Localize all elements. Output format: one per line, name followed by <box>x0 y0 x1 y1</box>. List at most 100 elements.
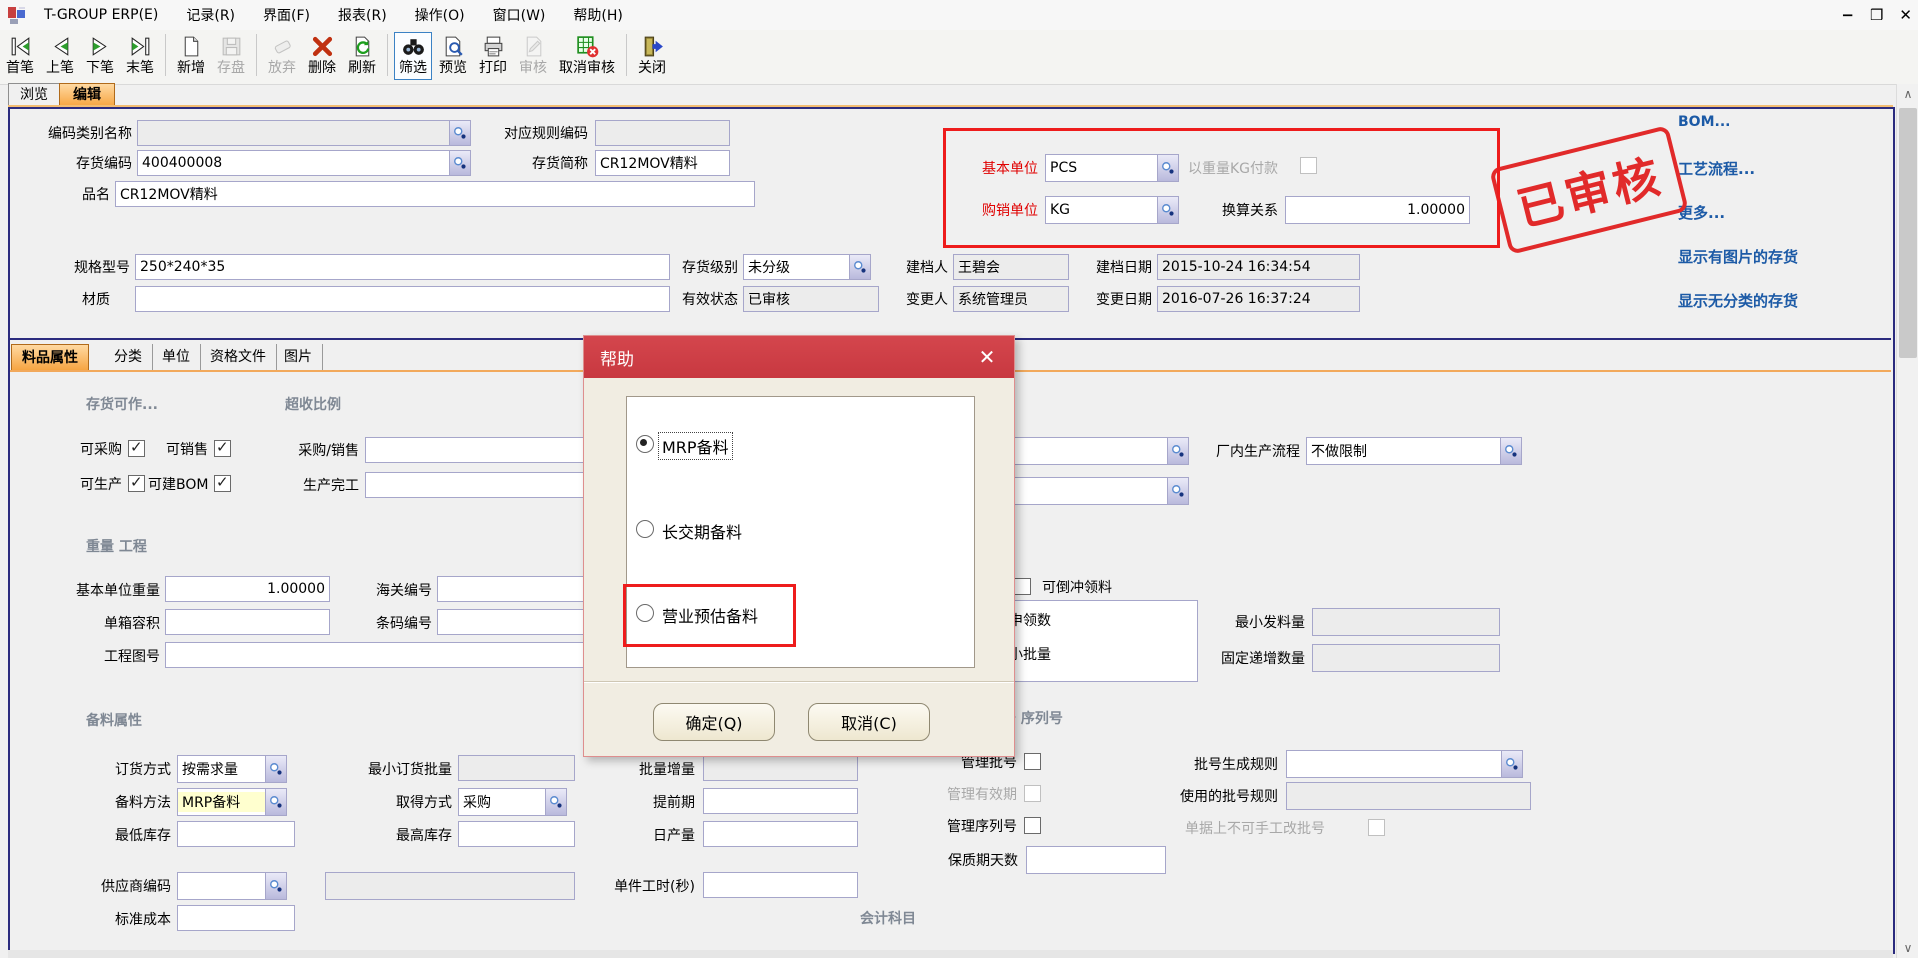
prep-method-field[interactable]: MRP备料 <box>177 788 287 816</box>
manage-batch-checkbox[interactable] <box>1024 753 1041 770</box>
menu-interface[interactable]: 界面(F) <box>249 5 324 25</box>
toolbar-label: 删除 <box>308 59 336 78</box>
subtab-category[interactable]: 分类 <box>104 344 153 370</box>
scroll-down-icon[interactable]: ∨ <box>1897 938 1918 958</box>
show-with-images-link[interactable]: 显示有图片的存货 <box>1678 246 1798 267</box>
material-field[interactable] <box>135 286 670 312</box>
horizontal-scrollbar[interactable] <box>8 950 1893 958</box>
lookup-icon[interactable] <box>545 789 566 815</box>
refresh-button[interactable]: 刷新 <box>343 32 381 80</box>
item-code-label: 存货编码 <box>57 153 132 173</box>
code-category-field[interactable] <box>137 120 471 146</box>
lookup-icon[interactable] <box>1157 197 1178 223</box>
scroll-up-icon[interactable]: ∧ <box>1897 84 1918 104</box>
daily-output-field[interactable] <box>703 821 858 847</box>
manage-serial-checkbox[interactable] <box>1024 817 1041 834</box>
new-button[interactable]: 新增 <box>172 32 210 80</box>
dialog-close-icon[interactable]: ✕ <box>974 344 1000 370</box>
mrp-prep-label[interactable]: MRP备料 <box>659 433 732 459</box>
ok-button[interactable]: 确定(Q) <box>653 703 775 741</box>
item-name-field[interactable]: CR12MOV精料 <box>115 181 755 207</box>
menu-app[interactable]: T-GROUP ERP(E) <box>30 7 172 23</box>
subtab-item-attributes[interactable]: 料品属性 <box>11 344 89 371</box>
lookup-icon[interactable] <box>1167 478 1188 504</box>
business-forecast-prep-label[interactable]: 营业预估备料 <box>662 603 758 627</box>
bom-checkbox[interactable] <box>214 475 231 492</box>
close-icon[interactable]: ✕ <box>1899 6 1912 24</box>
approve-button: 审核 <box>514 32 552 80</box>
lookup-icon[interactable] <box>265 789 286 815</box>
lookup-icon[interactable] <box>449 151 470 175</box>
restore-icon[interactable]: ❒ <box>1870 6 1883 24</box>
menu-window[interactable]: 窗口(W) <box>479 5 560 25</box>
last-record-button[interactable]: 末笔 <box>121 32 159 80</box>
menu-report[interactable]: 报表(R) <box>324 5 401 25</box>
prev-record-button[interactable]: 上笔 <box>41 32 79 80</box>
prep-method-value: MRP备料 <box>178 792 265 812</box>
sellable-checkbox[interactable] <box>214 440 231 457</box>
lookup-icon[interactable] <box>1501 751 1522 777</box>
lookup-icon[interactable] <box>1167 438 1188 464</box>
preview-button[interactable]: 预览 <box>434 32 472 80</box>
lookup-icon[interactable] <box>449 121 470 145</box>
vertical-scrollbar[interactable]: ∧ ∨ <box>1896 84 1918 958</box>
print-button[interactable]: 打印 <box>474 32 512 80</box>
menu-help[interactable]: 帮助(H) <box>559 5 636 25</box>
delete-button[interactable]: 删除 <box>303 32 341 80</box>
lookup-icon[interactable] <box>265 873 286 899</box>
batch-rule-field[interactable] <box>1286 750 1523 778</box>
item-abbr-field[interactable]: CR12MOV精料 <box>595 150 730 176</box>
acquire-field[interactable]: 采购 <box>458 788 567 816</box>
bom-link[interactable]: BOM... <box>1678 114 1730 130</box>
process-flow-link[interactable]: 工艺流程... <box>1678 158 1755 179</box>
scrollbar-thumb[interactable] <box>1899 108 1917 358</box>
first-record-button[interactable]: 首笔 <box>1 32 39 80</box>
show-unclassified-link[interactable]: 显示无分类的存货 <box>1678 290 1798 311</box>
erp-window: T-GROUP ERP(E) 记录(R) 界面(F) 报表(R) 操作(O) 窗… <box>0 0 1918 958</box>
conversion-field[interactable]: 1.00000 <box>1285 196 1470 224</box>
cancel-approve-button[interactable]: 取消审核 <box>554 32 620 80</box>
shelf-life-field[interactable] <box>1026 846 1166 874</box>
min-stock-field[interactable] <box>177 821 295 847</box>
dialog-title-bar[interactable]: 帮助 <box>584 336 1014 378</box>
next-record-button[interactable]: 下笔 <box>81 32 119 80</box>
base-unit-field[interactable]: PCS <box>1045 154 1179 182</box>
std-cost-field[interactable] <box>177 905 295 931</box>
purchasable-checkbox[interactable] <box>128 440 145 457</box>
base-weight-field[interactable]: 1.00000 <box>165 576 330 602</box>
business-forecast-prep-radio[interactable] <box>636 604 654 622</box>
trade-unit-field[interactable]: KG <box>1045 196 1179 224</box>
item-code-field[interactable]: 400400008 <box>137 150 471 176</box>
lookup-icon[interactable] <box>1500 438 1521 464</box>
tab-browse[interactable]: 浏览 <box>8 83 60 107</box>
unit-hours-field[interactable] <box>703 872 858 898</box>
subtab-unit[interactable]: 单位 <box>152 344 201 370</box>
lookup-icon[interactable] <box>265 756 286 782</box>
tab-edit[interactable]: 编辑 <box>59 83 115 107</box>
subtab-image[interactable]: 图片 <box>274 344 323 370</box>
subtab-qualification[interactable]: 资格文件 <box>200 344 277 370</box>
supplier-name-field <box>325 872 575 900</box>
order-mode-field[interactable]: 按需求量 <box>177 755 287 783</box>
level-field[interactable]: 未分级 <box>743 254 871 280</box>
menu-record[interactable]: 记录(R) <box>172 5 249 25</box>
lookup-icon[interactable] <box>1157 155 1178 181</box>
box-volume-field[interactable] <box>165 609 330 635</box>
filter-button[interactable]: 筛选 <box>394 32 432 80</box>
mrp-prep-radio[interactable] <box>636 435 654 453</box>
minimize-icon[interactable]: − <box>1841 6 1854 24</box>
long-lead-prep-radio[interactable] <box>636 520 654 538</box>
backflush-checkbox[interactable] <box>1014 578 1031 595</box>
factory-flow-field[interactable]: 不做限制 <box>1306 437 1522 465</box>
lead-time-field[interactable] <box>703 788 858 814</box>
lookup-icon[interactable] <box>849 255 870 279</box>
max-stock-field[interactable] <box>458 821 575 847</box>
close-form-button[interactable]: 关闭 <box>633 32 671 80</box>
menu-operation[interactable]: 操作(O) <box>401 5 479 25</box>
acquire-value: 采购 <box>459 792 545 812</box>
cancel-button[interactable]: 取消(C) <box>808 703 930 741</box>
spec-field[interactable]: 250*240*35 <box>135 254 670 280</box>
long-lead-prep-label[interactable]: 长交期备料 <box>662 519 742 543</box>
supplier-field[interactable] <box>177 872 287 900</box>
producible-checkbox[interactable] <box>128 475 145 492</box>
